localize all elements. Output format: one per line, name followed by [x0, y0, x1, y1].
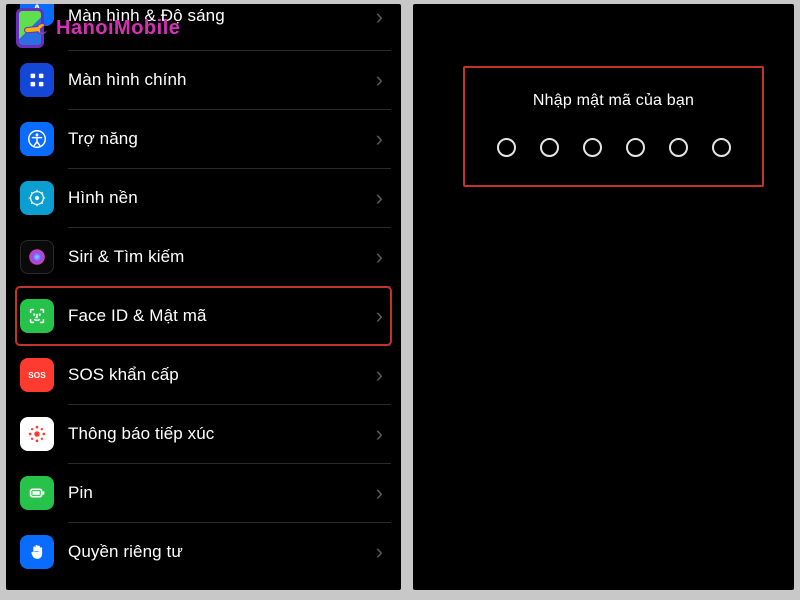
- settings-row-wallpaper[interactable]: Hình nền ›: [16, 169, 391, 227]
- privacy-hand-icon: [20, 535, 54, 569]
- accessibility-icon: [20, 122, 54, 156]
- settings-row-battery[interactable]: Pin ›: [16, 464, 391, 522]
- chevron-right-icon: ›: [376, 482, 385, 504]
- settings-row-label: Màn hình & Độ sáng: [68, 6, 376, 26]
- settings-row-label: Màn hình chính: [68, 70, 376, 90]
- chevron-right-icon: ›: [376, 69, 385, 91]
- face-id-icon: [20, 299, 54, 333]
- settings-row-face-id-passcode[interactable]: Face ID & Mật mã ›: [16, 287, 391, 345]
- settings-row-accessibility[interactable]: Trợ năng ›: [16, 110, 391, 168]
- passcode-prompt: Nhập mật mã của bạn: [477, 92, 750, 110]
- chevron-right-icon: ›: [376, 541, 385, 563]
- settings-row-siri-search[interactable]: Siri & Tìm kiếm ›: [16, 228, 391, 286]
- settings-row-label: Thông báo tiếp xúc: [68, 424, 376, 444]
- settings-panel: A Màn hình & Độ sáng › Màn hình chính: [6, 4, 401, 590]
- passcode-dot: [540, 138, 559, 157]
- wallpaper-icon: [20, 181, 54, 215]
- passcode-dot: [712, 138, 731, 157]
- chevron-right-icon: ›: [376, 187, 385, 209]
- display-icon: A: [20, 4, 54, 26]
- chevron-right-icon: ›: [376, 246, 385, 268]
- settings-row-label: Pin: [68, 483, 376, 503]
- chevron-right-icon: ›: [376, 128, 385, 150]
- settings-row-privacy[interactable]: Quyền riêng tư ›: [16, 523, 391, 581]
- settings-row-exposure-notifications[interactable]: Thông báo tiếp xúc ›: [16, 405, 391, 463]
- settings-row-home-screen[interactable]: Màn hình chính ›: [16, 51, 391, 109]
- settings-row-label: Quyền riêng tư: [68, 542, 376, 562]
- passcode-dot: [583, 138, 602, 157]
- siri-icon: [20, 240, 54, 274]
- chevron-right-icon: ›: [376, 6, 385, 28]
- settings-row-emergency-sos[interactable]: SOS SOS khẩn cấp ›: [16, 346, 391, 404]
- passcode-dot: [669, 138, 688, 157]
- svg-text:A: A: [32, 4, 41, 17]
- chevron-right-icon: ›: [376, 305, 385, 327]
- settings-row-label: Trợ năng: [68, 129, 376, 149]
- chevron-right-icon: ›: [376, 423, 385, 445]
- settings-row-label: Face ID & Mật mã: [68, 306, 376, 326]
- chevron-right-icon: ›: [376, 364, 385, 386]
- passcode-dot: [497, 138, 516, 157]
- svg-text:SOS: SOS: [28, 371, 46, 380]
- battery-icon: [20, 476, 54, 510]
- settings-row-label: SOS khẩn cấp: [68, 365, 376, 385]
- settings-row-label: Siri & Tìm kiếm: [68, 247, 376, 267]
- passcode-dots[interactable]: [477, 138, 750, 157]
- settings-row-label: Hình nền: [68, 188, 376, 208]
- settings-row-display-brightness[interactable]: A Màn hình & Độ sáng ›: [16, 6, 391, 50]
- settings-list: A Màn hình & Độ sáng › Màn hình chính: [6, 4, 401, 589]
- passcode-dot: [626, 138, 645, 157]
- passcode-panel: Nhập mật mã của bạn: [413, 4, 794, 590]
- home-screen-icon: [20, 63, 54, 97]
- passcode-highlight-box: Nhập mật mã của bạn: [463, 66, 764, 187]
- sos-icon: SOS: [20, 358, 54, 392]
- exposure-icon: [20, 417, 54, 451]
